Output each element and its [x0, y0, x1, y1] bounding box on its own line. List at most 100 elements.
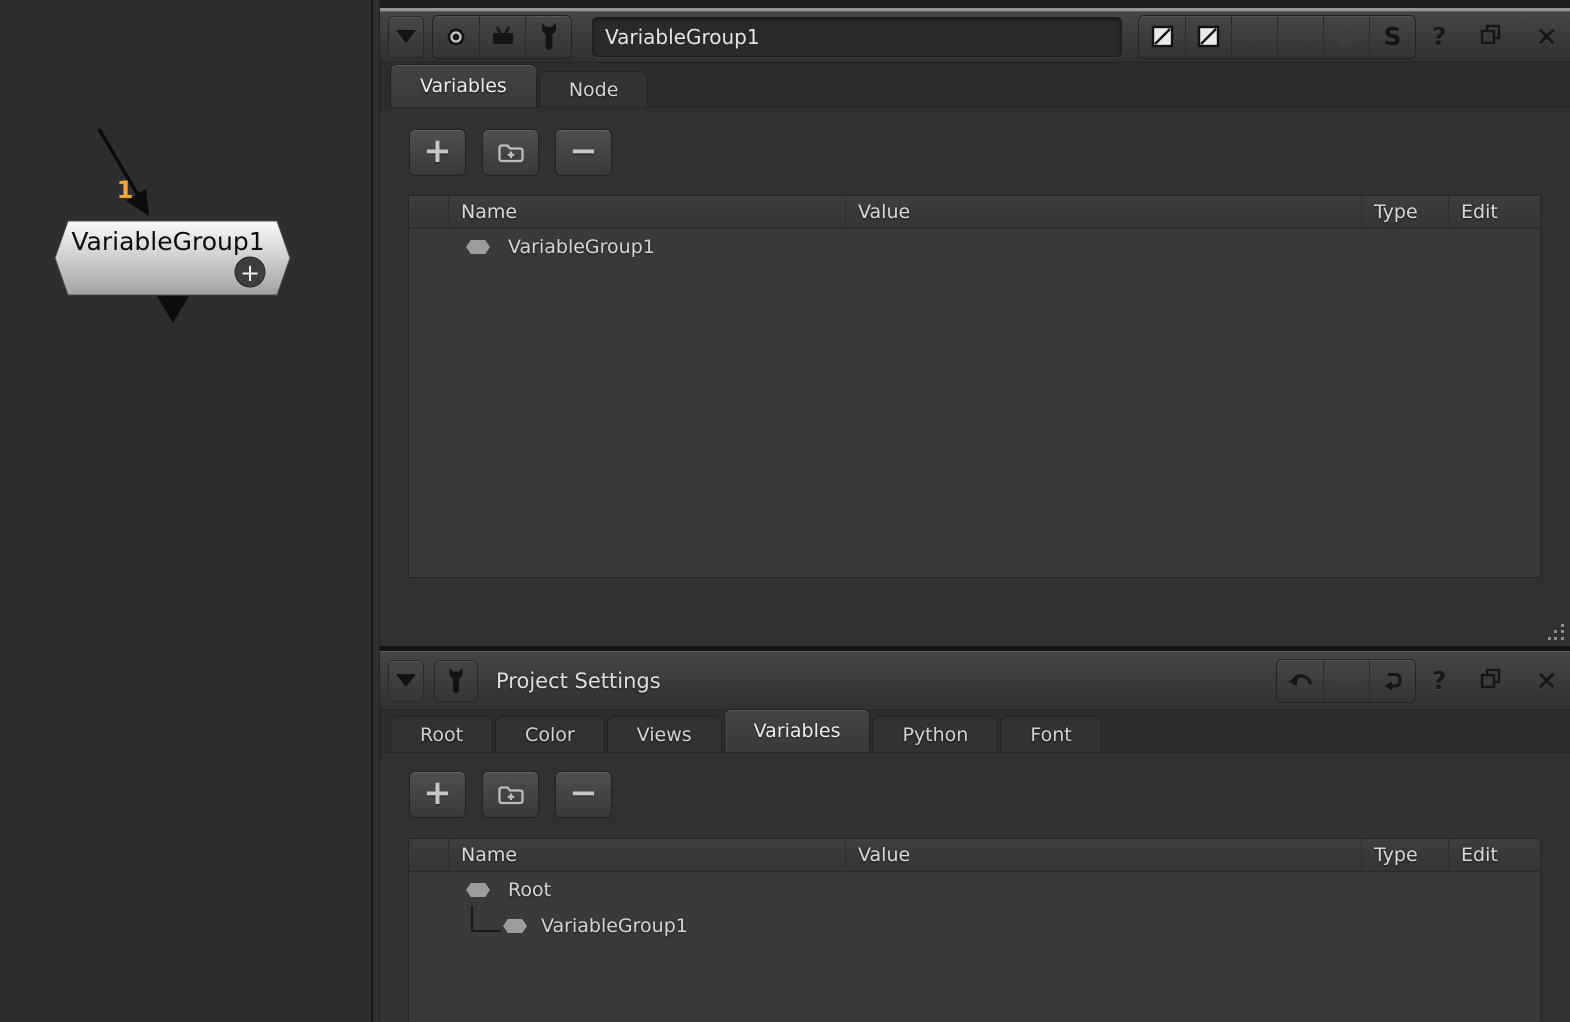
channels-square-icon [1197, 25, 1220, 48]
remove-variable-button[interactable]: − [555, 771, 612, 818]
tab-python[interactable]: Python [872, 716, 998, 752]
panel-window-controls: ? × [1432, 21, 1562, 52]
table-row[interactable]: VariableGroup1 [409, 229, 1540, 265]
triangle-down-icon [396, 674, 416, 687]
tab-color[interactable]: Color [495, 716, 605, 752]
tab-label: Python [902, 724, 968, 746]
undo-button[interactable] [1277, 660, 1323, 702]
triangle-down-icon [396, 30, 416, 43]
node-name-input[interactable] [592, 17, 1122, 57]
panel-action-button-group [1276, 659, 1416, 703]
store-button[interactable]: S [1369, 16, 1415, 58]
project-settings-header: Project Settings [380, 651, 1570, 711]
plus-icon: + [423, 776, 452, 810]
tree-branch-line [471, 906, 501, 932]
add-variable-button[interactable]: + [409, 129, 466, 176]
column-value[interactable]: Value [846, 196, 1362, 228]
plus-badge-icon: + [240, 259, 260, 287]
node-label: VariableGroup1 [71, 227, 264, 256]
project-settings-tabbar: Root Color Views Variables Python Font [380, 711, 1570, 753]
table-row[interactable]: VariableGroup1 [409, 908, 1540, 944]
node-header-button-group [432, 15, 572, 59]
collapse-panel-button[interactable] [388, 16, 424, 58]
panel-title: Project Settings [496, 669, 661, 693]
close-panel-button[interactable]: × [1535, 665, 1558, 696]
tab-label: Views [637, 724, 692, 746]
resize-grip[interactable] [1548, 624, 1567, 643]
input-channels-button[interactable] [1139, 16, 1185, 58]
plus-icon: + [423, 134, 452, 168]
variable-node-icon [503, 919, 527, 933]
properties-panel: S ? × Variables Node [380, 0, 1570, 646]
help-button[interactable]: ? [1432, 666, 1447, 695]
tab-label: Font [1030, 724, 1071, 746]
variable-node-icon [466, 240, 490, 254]
float-panel-button[interactable] [1480, 24, 1501, 49]
table-body[interactable]: Root VariableGroup1 [409, 872, 1540, 944]
tab-node[interactable]: Node [539, 71, 649, 107]
column-type[interactable]: Type [1362, 839, 1449, 871]
table-body[interactable]: VariableGroup1 [409, 229, 1540, 265]
tab-label: Node [569, 79, 619, 101]
output-arrowhead-icon[interactable] [157, 296, 189, 323]
column-edit[interactable]: Edit [1449, 196, 1540, 228]
column-type[interactable]: Type [1362, 196, 1449, 228]
tab-label: Variables [420, 75, 507, 97]
manage-knobs-button[interactable] [434, 660, 478, 702]
collapse-panel-button[interactable] [388, 660, 424, 702]
minus-icon: − [569, 776, 598, 810]
panel-action-button-group: S [1138, 15, 1416, 59]
tab-label: Variables [754, 720, 841, 742]
channels-square-icon [1151, 25, 1174, 48]
tab-variables[interactable]: Variables [724, 709, 871, 752]
output-channels-button[interactable] [1185, 16, 1231, 58]
app-root: 1 VariableGroup1 + [0, 0, 1570, 1022]
redo-button[interactable] [1277, 16, 1323, 58]
panel-top-strip [380, 0, 1570, 8]
input-number-label: 1 [117, 176, 134, 204]
help-button[interactable]: ? [1432, 22, 1447, 51]
variables-table: Name Value Type Edit Root VariableGroup1 [408, 838, 1541, 1022]
revert-button[interactable] [1369, 660, 1415, 702]
revert-icon [1336, 26, 1358, 47]
pane-splitter[interactable] [371, 0, 380, 1022]
variable-node-icon [466, 883, 490, 897]
table-row[interactable]: Root [409, 872, 1540, 908]
undo-button[interactable] [1231, 16, 1277, 58]
column-expander [409, 196, 449, 228]
add-variable-button[interactable]: + [409, 771, 466, 818]
properties-header: S ? × [380, 11, 1570, 63]
float-panel-icon [1480, 24, 1501, 45]
tab-views[interactable]: Views [607, 716, 722, 752]
tab-root[interactable]: Root [390, 716, 493, 752]
row-name: VariableGroup1 [541, 915, 688, 937]
column-expander [409, 839, 449, 871]
variables-toolbar: + − [409, 771, 612, 818]
variables-toolbar: + − [409, 129, 612, 176]
revert-icon [1382, 670, 1404, 691]
redo-icon [1288, 28, 1314, 46]
variables-table: Name Value Type Edit VariableGroup1 [408, 195, 1541, 578]
panel-window-controls: ? × [1432, 665, 1562, 696]
column-name[interactable]: Name [449, 839, 846, 871]
center-node-button[interactable] [433, 16, 479, 58]
minus-icon: − [569, 134, 598, 168]
float-panel-button[interactable] [1480, 668, 1501, 693]
tab-font[interactable]: Font [1000, 716, 1101, 752]
float-panel-icon [1480, 668, 1501, 689]
close-panel-button[interactable]: × [1535, 21, 1558, 52]
add-group-button[interactable] [482, 771, 539, 818]
column-value[interactable]: Value [846, 839, 1362, 871]
column-edit[interactable]: Edit [1449, 839, 1540, 871]
manage-knobs-button[interactable] [525, 16, 571, 58]
wrench-icon [536, 22, 562, 52]
redo-button[interactable] [1323, 660, 1369, 702]
column-name[interactable]: Name [449, 196, 846, 228]
tab-variables[interactable]: Variables [390, 64, 537, 107]
tv-icon [489, 26, 517, 48]
node-graph-canvas[interactable]: 1 VariableGroup1 + [0, 0, 372, 1022]
remove-variable-button[interactable]: − [555, 129, 612, 176]
add-group-button[interactable] [482, 129, 539, 176]
monitor-button[interactable] [479, 16, 525, 58]
revert-button[interactable] [1323, 16, 1369, 58]
